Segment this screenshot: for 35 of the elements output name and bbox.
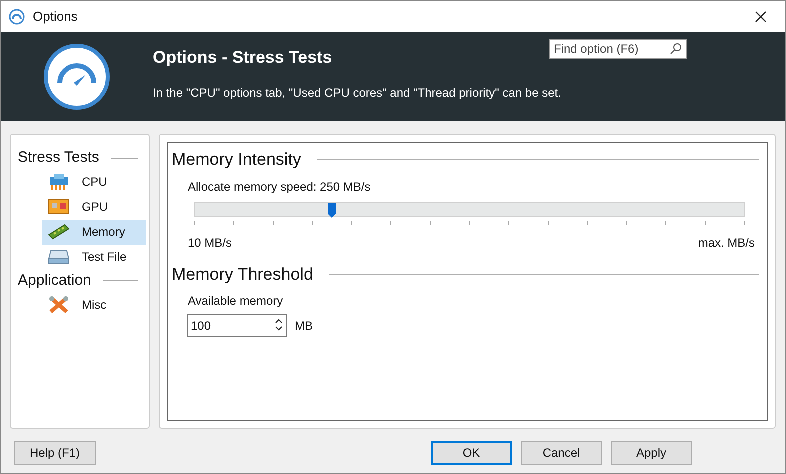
slider-max-label: max. MB/s <box>698 234 755 252</box>
apply-button[interactable]: Apply <box>611 441 692 465</box>
drive-icon <box>48 248 70 266</box>
slider-label: Allocate memory speed: 250 MB/s <box>188 178 372 196</box>
sidebar-item[interactable]: CPU <box>42 170 146 194</box>
header-title: Options - Stress Tests <box>153 47 332 69</box>
sidebar-group-title: Stress Tests <box>18 148 100 168</box>
gauge-icon <box>9 8 25 24</box>
sidebar-item[interactable]: Memory <box>42 220 146 244</box>
window-title: Options <box>33 8 79 26</box>
section-title: Memory Intensity <box>172 149 302 171</box>
search-icon <box>670 43 682 55</box>
cancel-button[interactable]: Cancel <box>521 441 602 465</box>
sidebar-group-title: Application <box>18 270 92 290</box>
graphics-card-icon <box>48 198 70 216</box>
slider-track[interactable] <box>194 202 745 216</box>
ok-button[interactable]: OK <box>431 441 512 465</box>
number-spinner[interactable]: 100 <box>187 314 287 337</box>
sidebar-item[interactable]: GPU <box>42 194 146 220</box>
tools-icon <box>48 296 70 314</box>
memory-stick-icon <box>48 223 70 241</box>
slider-min-label: 10 MB/s <box>188 234 232 252</box>
search-field[interactable]: Find option (F6) <box>549 39 687 59</box>
header-description: In the "CPU" options tab, "Used CPU cores" and "Thread priority" can be set. <box>153 84 562 102</box>
close-icon <box>755 10 767 22</box>
sidebar-item[interactable]: Misc <box>42 292 146 317</box>
section-title: Memory Threshold <box>172 264 314 286</box>
spinner-arrows-icon[interactable] <box>275 318 283 332</box>
sidebar-item[interactable]: Test File <box>42 244 146 270</box>
slider-thumb[interactable] <box>327 202 338 218</box>
help-button[interactable]: Help (F1) <box>14 441 96 465</box>
unit-label: MB <box>295 318 313 334</box>
field-label: Available memory <box>188 293 284 310</box>
chip-icon <box>48 173 70 191</box>
gauge-logo-icon <box>44 44 110 110</box>
